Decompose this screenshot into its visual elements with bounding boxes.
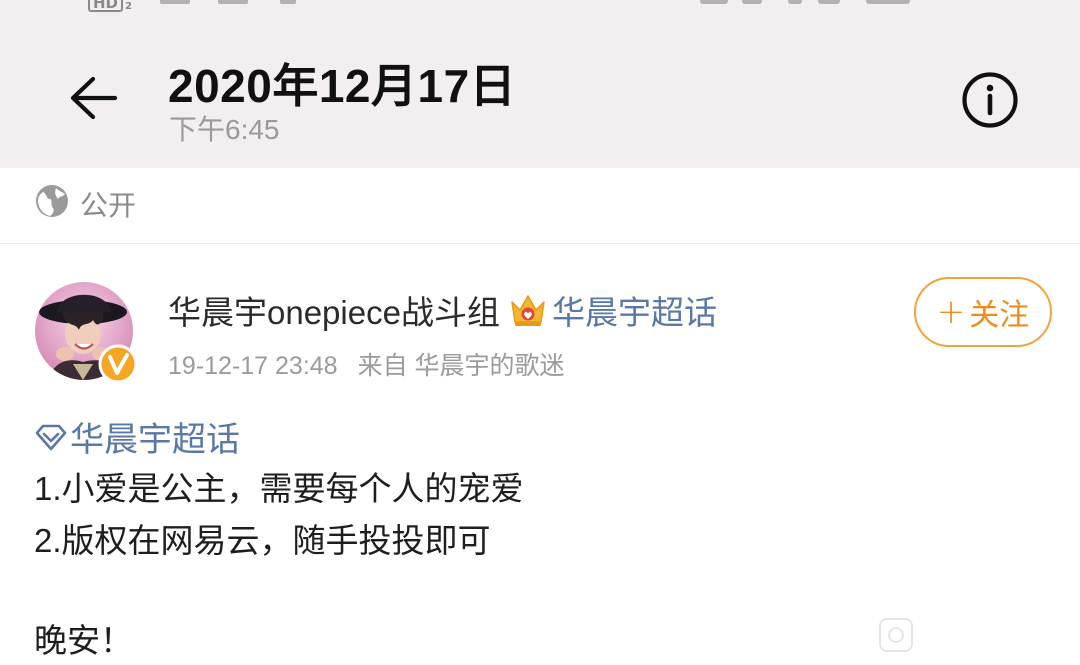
- signal-icon: [160, 0, 190, 4]
- diamond-icon: [35, 424, 67, 450]
- top-app-bar: 2020年12月17日 下午6:45: [0, 18, 1080, 168]
- globe-icon: [36, 185, 68, 217]
- verified-v-icon: [98, 344, 138, 384]
- back-button[interactable]: [60, 68, 126, 128]
- arrow-left-icon: [70, 76, 118, 120]
- signal-icon-2: [218, 0, 248, 4]
- info-button[interactable]: [958, 70, 1022, 130]
- alarm-icon: [742, 0, 762, 4]
- post-source[interactable]: 来自 华晨宇的歌迷: [358, 352, 565, 380]
- follow-button[interactable]: + 关注: [914, 277, 1052, 347]
- super-topic-link[interactable]: 华晨宇超话: [552, 286, 717, 334]
- post-line-3: 晚安！: [34, 622, 133, 659]
- topic-tag[interactable]: 华晨宇超话: [34, 412, 240, 461]
- wifi-icon: [280, 0, 296, 4]
- post-line-1: 1.小爱是公主，需要每个人的宠爱: [34, 470, 524, 507]
- hd-label: HD: [88, 0, 124, 12]
- bluetooth-icon: [788, 0, 802, 4]
- crown-icon: [511, 295, 545, 326]
- post-line-2: 2.版权在网易云，随手投投即可: [34, 522, 491, 559]
- visibility-label: 公开: [80, 189, 137, 222]
- hd-sub-label: 2: [125, 1, 132, 12]
- status-bar: HD 2: [0, 0, 1080, 18]
- nfc-icon: [700, 0, 728, 4]
- hd-indicator: HD 2: [88, 0, 132, 14]
- author-line: 华晨宇onepiece战斗组 华晨宇超话: [168, 288, 717, 332]
- post-timestamp: 19-12-17 23:48: [168, 352, 338, 380]
- author-name[interactable]: 华晨宇onepiece战斗组: [168, 286, 500, 334]
- battery-icon: [866, 0, 910, 4]
- info-circle-icon: [962, 72, 1018, 128]
- plus-icon: +: [936, 292, 966, 332]
- visibility-row: 公开: [0, 168, 1080, 244]
- follow-label: 关注: [969, 298, 1030, 333]
- page-title: 2020年12月17日: [168, 60, 517, 112]
- post-meta: 19-12-17 23:48 来自 华晨宇的歌迷: [168, 346, 565, 382]
- page-subtitle-time: 下午6:45: [169, 114, 280, 145]
- silent-icon: [818, 0, 840, 4]
- topic-tag-label: 华晨宇超话: [70, 420, 240, 460]
- watermark-icon: [879, 618, 913, 652]
